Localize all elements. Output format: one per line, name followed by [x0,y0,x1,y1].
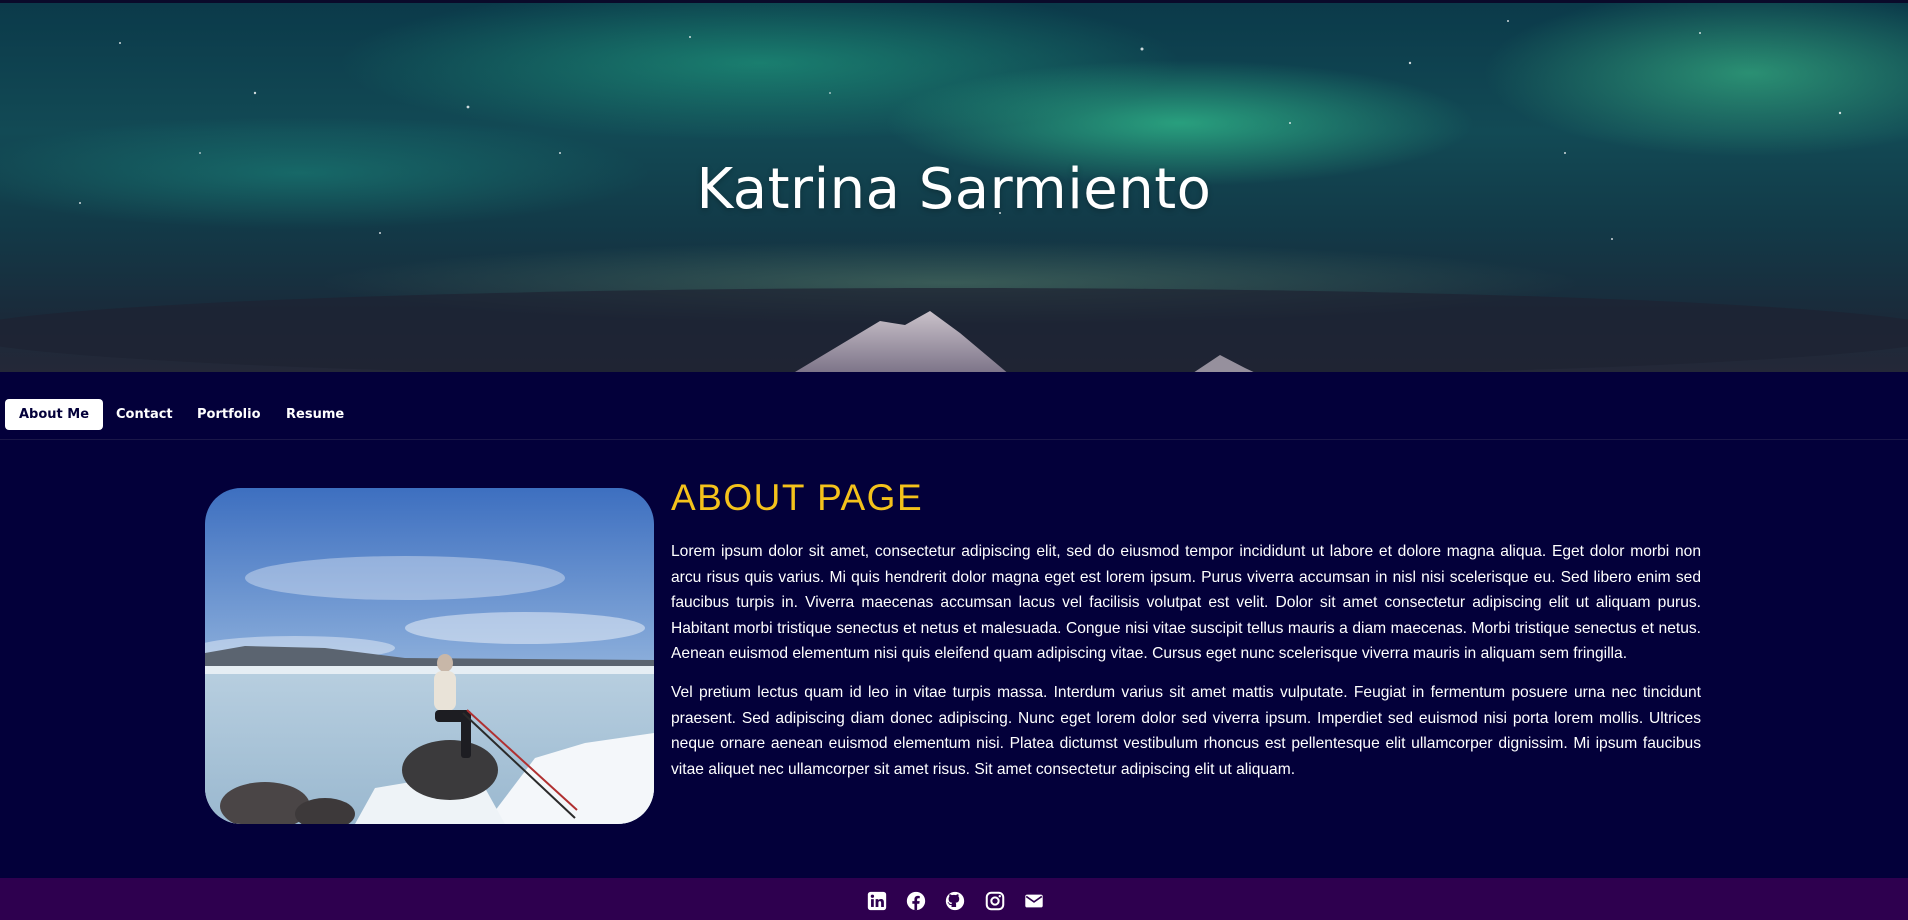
footer [0,878,1908,920]
facebook-icon[interactable] [905,890,927,912]
about-section: ABOUT PAGE Lorem ipsum dolor sit amet, c… [0,441,1908,878]
tab-portfolio[interactable]: Portfolio [183,399,275,430]
profile-photo [205,488,654,824]
email-icon[interactable] [1023,890,1045,912]
tab-resume[interactable]: Resume [272,399,358,430]
hero-banner: Katrina Sarmiento [0,0,1908,372]
main-nav: About Me Contact Portfolio Resume [0,372,1908,440]
page-title: Katrina Sarmiento [696,157,1212,222]
github-icon[interactable] [944,890,966,912]
about-paragraph-2: Vel pretium lectus quam id leo in vitae … [671,684,1701,778]
about-paragraph-1: Lorem ipsum dolor sit amet, consectetur … [671,543,1701,662]
about-heading: ABOUT PAGE [671,477,924,518]
linkedin-icon[interactable] [866,890,888,912]
instagram-icon[interactable] [984,890,1006,912]
tab-about-me[interactable]: About Me [5,399,104,430]
tab-contact[interactable]: Contact [102,399,187,430]
